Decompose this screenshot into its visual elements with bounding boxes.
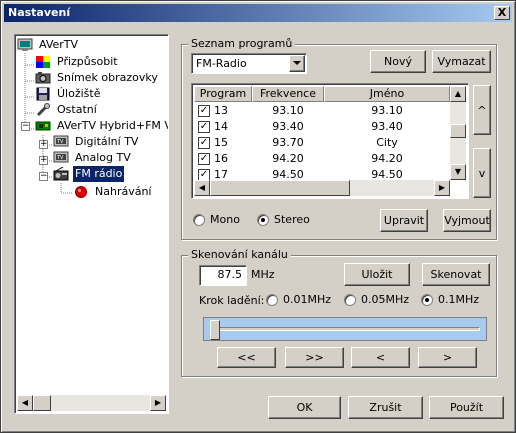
seek-back-button[interactable]: < <box>351 347 410 368</box>
row-checkbox[interactable]: ✓ <box>198 105 210 117</box>
seek-forward-button[interactable]: > <box>418 347 477 368</box>
scroll-right-button[interactable]: ▶ <box>150 395 166 411</box>
frequency-slider[interactable] <box>203 317 487 341</box>
radio-indicator <box>421 293 433 306</box>
table-row[interactable]: ✓ 15 93.70 City <box>194 135 450 151</box>
table-row[interactable]: ✓ 13 93.10 93.10 <box>194 103 450 119</box>
new-program-button[interactable]: Nový <box>370 50 426 73</box>
cancel-button[interactable]: Zrušit <box>348 396 423 419</box>
scroll-right-button[interactable]: ▶ <box>434 180 450 196</box>
column-header-frequency[interactable]: Frekvence <box>252 86 324 102</box>
scan-button[interactable]: Skenovat <box>422 263 490 286</box>
tree-item-screenshot[interactable]: Snímek obrazovky <box>35 70 160 86</box>
scroll-down-button[interactable]: ▼ <box>450 164 466 180</box>
channel-scan-title: Skenování kanálu <box>188 248 291 261</box>
window-title: Nastavení <box>8 6 71 19</box>
tree-item-fm-radio[interactable]: FM rádio <box>53 166 125 182</box>
apply-button[interactable]: Použít <box>429 396 504 419</box>
tree-expand-toggle-analog[interactable]: + <box>39 156 48 165</box>
source-select[interactable]: FM-Radio <box>191 53 307 74</box>
tree-expand-toggle-digital[interactable]: + <box>39 140 48 149</box>
chevron-down-icon: v <box>478 166 486 180</box>
tree-item-other[interactable]: Ostatní <box>35 102 99 118</box>
program-list-title: Seznam programů <box>188 37 296 50</box>
radio-indicator <box>266 293 278 306</box>
tree-item-hybrid-card[interactable]: AVerTV Hybrid+FM Vo <box>35 118 168 134</box>
tuning-step-label: Krok ladění: <box>199 294 265 307</box>
camera-icon <box>35 71 51 85</box>
frequency-input[interactable]: 87.5 <box>199 265 247 286</box>
scroll-up-button[interactable]: ▲ <box>450 86 466 102</box>
row-checkbox[interactable]: ✓ <box>198 137 210 149</box>
wrench-icon <box>35 103 51 117</box>
slider-rail <box>210 327 480 331</box>
tree-horizontal-scrollbar[interactable]: ◀ ▶ <box>17 395 166 411</box>
record-icon <box>73 185 89 199</box>
radio-indicator <box>257 213 269 226</box>
scroll-thumb[interactable] <box>33 395 51 411</box>
row-checkbox[interactable]: ✓ <box>198 153 210 165</box>
table-vertical-scrollbar[interactable]: ▲ ▼ <box>450 86 466 180</box>
program-table: Program Frekvence Jméno ✓ 13 93.10 93.10… <box>191 83 469 199</box>
tree-item-digital-tv[interactable]: TV Digitální TV <box>53 134 140 150</box>
tree-item-customize[interactable]: Přizpůsobit <box>35 54 120 70</box>
svg-text:TV: TV <box>56 155 64 161</box>
tree-collapse-toggle-fm[interactable]: − <box>39 172 48 181</box>
source-select-value: FM-Radio <box>196 57 247 70</box>
tuner-card-icon <box>35 119 51 133</box>
tv-icon: TV <box>53 135 69 149</box>
seek-forward-fast-button[interactable]: >> <box>285 347 344 368</box>
table-row[interactable]: ✓ 16 94.20 94.20 <box>194 151 450 167</box>
tree-collapse-toggle-hybrid[interactable]: − <box>21 122 30 131</box>
tree-item-recording[interactable]: Nahrávání <box>73 184 153 200</box>
delete-program-button[interactable]: Vymazat <box>432 50 491 73</box>
tree-item-analog-tv[interactable]: TV Analog TV <box>53 150 133 166</box>
chevron-down-icon[interactable] <box>289 55 305 72</box>
radio-icon <box>53 166 69 181</box>
radio-indicator <box>344 293 356 306</box>
move-up-button[interactable]: ^ <box>473 85 491 135</box>
settings-tree: AVerTV Přizpůsobit Snímek obrazovky Úlož… <box>14 34 169 414</box>
column-header-name[interactable]: Jméno <box>324 86 450 102</box>
stereo-radio[interactable]: Stereo <box>257 213 310 226</box>
step-radio-0.01[interactable]: 0.01MHz <box>266 293 331 306</box>
mono-radio[interactable]: Mono <box>193 213 240 226</box>
cut-program-button[interactable]: Vyjmout <box>443 209 491 232</box>
tree-item-storage[interactable]: Úložiště <box>35 86 102 102</box>
step-radio-0.05[interactable]: 0.05MHz <box>344 293 409 306</box>
seek-back-fast-button[interactable]: << <box>217 347 276 368</box>
save-frequency-button[interactable]: Uložit <box>344 263 410 286</box>
column-header-program[interactable]: Program <box>194 86 252 102</box>
step-radio-0.1[interactable]: 0.1MHz <box>421 293 479 306</box>
frequency-unit: MHz <box>251 268 275 281</box>
close-button[interactable]: X <box>494 6 510 20</box>
settings-dialog: Nastavení X AVerTV Přizpůsobit Snímek ob… <box>0 0 516 433</box>
monitor-icon <box>17 38 33 52</box>
edit-program-button[interactable]: Upravit <box>380 209 428 232</box>
move-down-button[interactable]: v <box>473 148 491 198</box>
scroll-thumb[interactable] <box>450 124 466 138</box>
floppy-disk-icon <box>35 87 51 101</box>
table-horizontal-scrollbar[interactable]: ◀ ▶ <box>194 180 450 196</box>
scroll-left-button[interactable]: ◀ <box>194 180 210 196</box>
scroll-thumb[interactable] <box>210 180 350 196</box>
tree-item-avertv[interactable]: AVerTV <box>17 37 80 53</box>
svg-text:TV: TV <box>56 139 64 145</box>
customize-icon <box>35 55 51 69</box>
scroll-left-button[interactable]: ◀ <box>17 395 33 411</box>
row-checkbox[interactable]: ✓ <box>198 121 210 133</box>
ok-button[interactable]: OK <box>268 396 341 419</box>
chevron-up-icon: ^ <box>477 103 487 117</box>
radio-indicator <box>193 213 205 226</box>
slider-thumb[interactable] <box>210 320 220 340</box>
tv-icon: TV <box>53 151 69 165</box>
title-bar: Nastavení X <box>4 4 512 22</box>
table-row[interactable]: ✓ 14 93.40 93.40 <box>194 119 450 135</box>
